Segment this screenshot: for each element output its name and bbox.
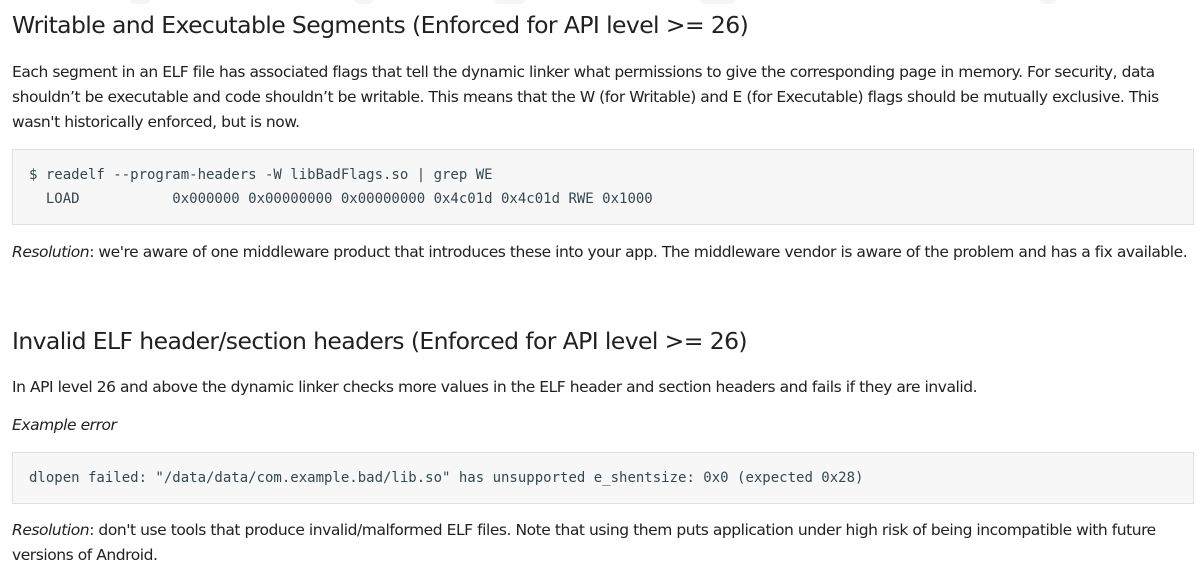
section-heading-invalid-elf-headers: Invalid ELF header/section headers (Enfo… xyxy=(12,327,748,355)
code-line: $ readelf --program-headers -W libBadFla… xyxy=(29,167,493,183)
section-heading-writable-executable: Writable and Executable Segments (Enforc… xyxy=(12,11,749,39)
resolution-label: Resolution xyxy=(12,243,90,261)
top-edge-fade xyxy=(0,0,1204,6)
resolution-paragraph-invalid-elf-headers: Resolution: don't use tools that produce… xyxy=(12,518,1194,568)
resolution-label: Resolution xyxy=(12,521,90,539)
section-paragraph-writable-executable: Each segment in an ELF file has associat… xyxy=(12,63,1159,131)
resolution-text: : don't use tools that produce invalid/m… xyxy=(12,521,1156,564)
code-line: LOAD 0x000000 0x00000000 0x00000000 0x4c… xyxy=(29,191,653,207)
resolution-text: : we're aware of one middleware product … xyxy=(89,243,1188,261)
code-line: dlopen failed: "/data/data/com.example.b… xyxy=(29,470,864,486)
section-paragraph-invalid-elf-headers: In API level 26 and above the dynamic li… xyxy=(12,378,978,396)
code-block-dlopen-error[interactable]: dlopen failed: "/data/data/com.example.b… xyxy=(12,452,1194,504)
example-error-label: Example error xyxy=(12,416,117,434)
code-block-readelf[interactable]: $ readelf --program-headers -W libBadFla… xyxy=(12,149,1194,225)
resolution-paragraph-writable-executable: Resolution: we're aware of one middlewar… xyxy=(12,240,1188,265)
